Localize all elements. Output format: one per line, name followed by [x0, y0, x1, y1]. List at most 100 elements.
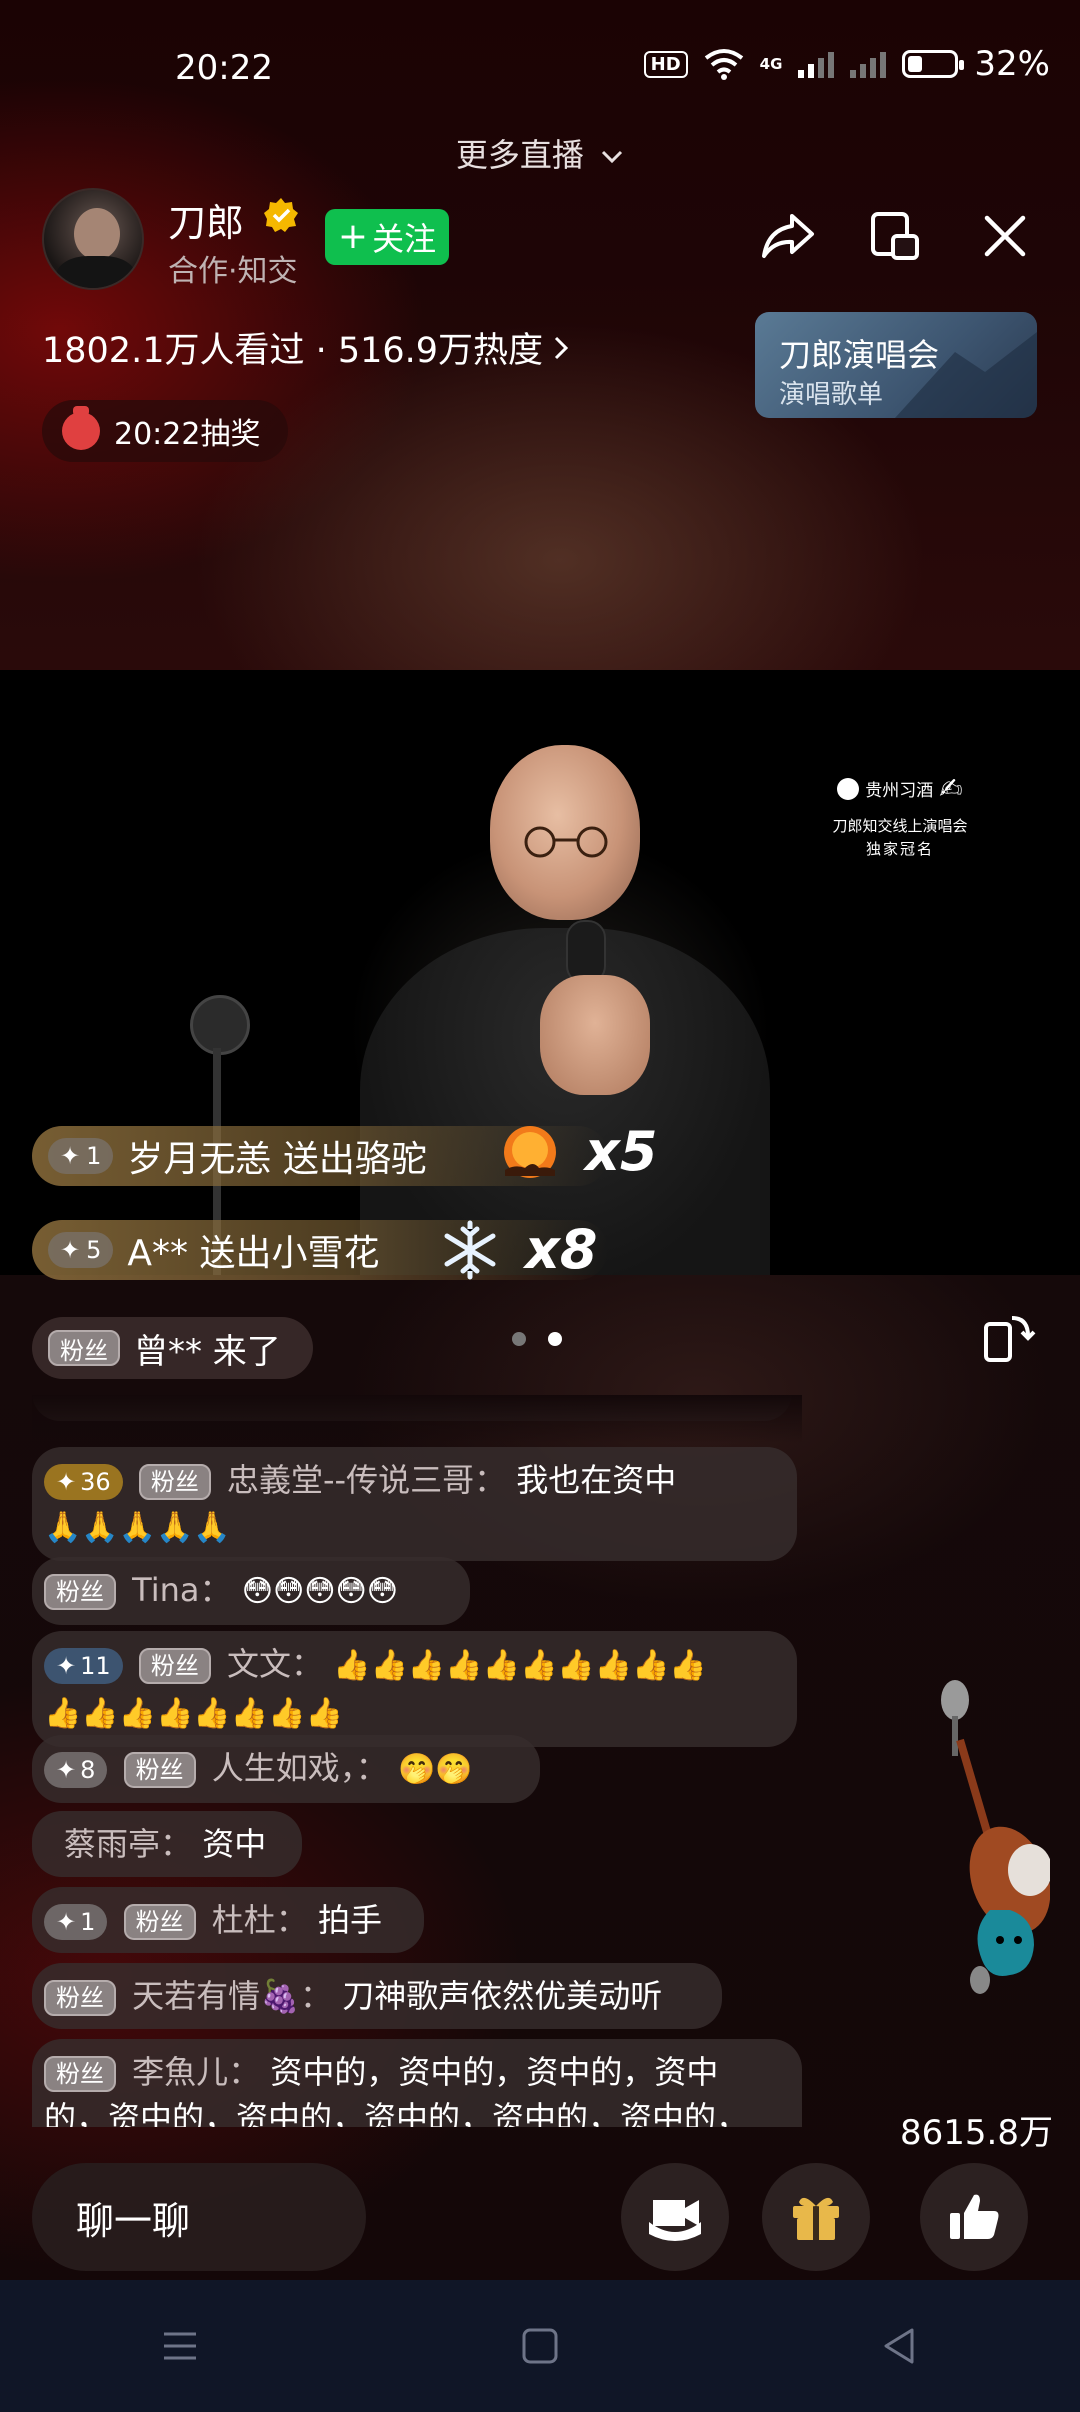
close-icon[interactable]: [975, 206, 1035, 266]
signal-2-icon: [850, 50, 887, 78]
lottery-label: 20:22抽奖: [114, 417, 261, 452]
concert-card-title: 刀郎演唱会: [779, 336, 940, 374]
chat-username[interactable]: Tina: [132, 1571, 199, 1609]
sponsor-logo: 贵州习酒 ✍ 刀郎知交线上演唱会 独家冠名: [815, 772, 985, 859]
chat-message: 粉丝 天若有情🍇： 刀神歌声依然优美动听: [32, 1963, 722, 2029]
camel-sunset-icon: [504, 1126, 556, 1178]
chat-message: 粉丝 Tina： 😳😳😳😳😳: [32, 1557, 470, 1625]
sparkle-icon: ✦: [56, 1756, 77, 1784]
sparkle-icon: ✦: [56, 1908, 77, 1936]
sparkle-icon: ✦: [60, 1142, 81, 1170]
fan-badge: 粉丝: [44, 1574, 116, 1610]
more-live-button[interactable]: 更多直播: [0, 130, 1080, 176]
chat-text: 🤭🤭: [397, 1752, 473, 1787]
chat-message: ✦ 1 粉丝 杜杜： 拍手: [32, 1887, 424, 1953]
follow-label: 关注: [372, 220, 437, 258]
stand-microphone: [190, 995, 250, 1055]
system-navigation-bar: [0, 2280, 1080, 2412]
chat-username[interactable]: 忠義堂--传说三哥: [227, 1461, 474, 1499]
chat-text: 拍手: [317, 1901, 382, 1939]
gift-count: x8: [525, 1218, 598, 1281]
page-dot-active: [548, 1332, 562, 1346]
chat-username[interactable]: 杜杜: [212, 1901, 276, 1939]
follow-button[interactable]: + 关注: [325, 209, 449, 265]
chat-message: ✦ 8 粉丝 人生如戏，： 🤭🤭: [32, 1735, 540, 1803]
fan-badge: 粉丝: [44, 2056, 116, 2092]
sponsor-line1: 刀郎知交线上演唱会: [832, 817, 968, 835]
level-badge: ✦ 1: [48, 1138, 114, 1174]
sparkle-icon: ✦: [56, 1468, 77, 1496]
mini-window-icon[interactable]: [865, 206, 925, 266]
gift-notification: ✦ 5 A** 送出小雪花: [32, 1220, 608, 1280]
performer-hands: [540, 975, 650, 1095]
chat-message: 蔡雨亭： 资中: [32, 1811, 302, 1877]
rotate-screen-icon[interactable]: [980, 1310, 1036, 1366]
battery-percent: 32%: [974, 44, 1050, 84]
status-icons: HD 4G 32%: [643, 44, 1050, 84]
gift-button[interactable]: [762, 2163, 870, 2271]
concert-card-subtitle: 演唱歌单: [779, 380, 884, 410]
chat-text: 刀神歌声依然优美动听: [342, 1977, 663, 2015]
chat-text-line2: 🙏🙏🙏🙏🙏: [44, 1510, 231, 1545]
host-avatar[interactable]: [42, 188, 144, 290]
level-badge: ✦ 5: [48, 1232, 114, 1268]
like-count: 8615.8万: [900, 2113, 1053, 2153]
sponsor-brand: 贵州习酒: [865, 781, 934, 801]
view-stats[interactable]: 1802.1万人看过 · 516.9万热度: [42, 322, 569, 373]
sparkle-icon: ✦: [56, 1652, 77, 1680]
level-badge: ✦ 1: [44, 1904, 108, 1940]
page-dot: [512, 1332, 526, 1346]
chat-input[interactable]: 聊一聊: [32, 2163, 366, 2271]
chat-message: ✦ 36 粉丝 忠義堂--传说三哥： 我也在资中 🙏🙏🙏🙏🙏: [32, 1447, 797, 1561]
battery-icon: [902, 50, 965, 78]
video-camera-icon: [649, 2200, 701, 2241]
sparkle-icon: ✦: [60, 1236, 81, 1264]
chat-username[interactable]: 人生如戏，: [212, 1749, 356, 1787]
share-icon[interactable]: [758, 206, 818, 266]
sponsor-line2: 独家冠名: [865, 840, 934, 858]
status-time: 20:22: [175, 48, 273, 88]
gift-count: x5: [585, 1120, 658, 1183]
chat-message: ✦ 11 粉丝 文文： 👍👍👍👍👍👍👍👍👍👍 👍👍👍👍👍👍👍👍: [32, 1631, 797, 1747]
home-button[interactable]: [510, 2316, 570, 2376]
gift-text: A** 送出小雪花: [127, 1233, 380, 1274]
fan-badge: 粉丝: [44, 1980, 116, 2016]
enter-text: 曾** 来了: [134, 1331, 281, 1372]
chat-list[interactable]: ✦ 36 粉丝 忠義堂--传说三哥： 我也在资中 🙏🙏🙏🙏🙏 粉丝 Tina： 😳…: [32, 1395, 802, 2127]
chat-text-line2: 👍👍👍👍👍👍👍👍: [44, 1696, 343, 1731]
thumbs-up-icon: [950, 2194, 999, 2239]
zhijiao-logo-icon: ✍: [939, 772, 963, 805]
user-enter-message: 粉丝 曾** 来了: [32, 1317, 313, 1379]
view-stats-text: 1802.1万人看过 · 516.9万热度: [42, 331, 544, 371]
chat-username[interactable]: 蔡雨亭: [64, 1825, 160, 1863]
chat-text-line2: 的，资中的，资中的，资中的，资中的，资中的，: [44, 2099, 749, 2127]
chat-username[interactable]: 天若有情🍇: [132, 1977, 300, 2015]
chat-username[interactable]: 李魚儿: [132, 2053, 228, 2091]
fan-badge: 粉丝: [123, 1752, 196, 1788]
sponsor-logo-icon: [837, 777, 860, 800]
like-button[interactable]: [920, 2163, 1028, 2271]
fan-badge: 粉丝: [138, 1464, 211, 1500]
chat-text: 资中: [202, 1825, 267, 1863]
level-badge: ✦ 11: [44, 1648, 123, 1684]
more-live-label: 更多直播: [455, 136, 584, 174]
concert-setlist-card[interactable]: 刀郎演唱会 演唱歌单: [755, 312, 1037, 418]
glasses: [524, 826, 608, 858]
plus-icon: +: [337, 216, 369, 257]
network-4g-label: 4G: [759, 54, 783, 73]
chevron-right-icon: [554, 336, 569, 359]
video-link-button[interactable]: [621, 2163, 729, 2271]
chat-input-placeholder: 聊一聊: [76, 2198, 191, 2243]
page-indicator: [512, 1332, 562, 1346]
recents-button[interactable]: [150, 2316, 210, 2376]
chat-username[interactable]: 文文: [227, 1645, 291, 1683]
level-badge: ✦ 36: [44, 1464, 123, 1500]
back-button[interactable]: [870, 2316, 930, 2376]
pipa-mascot-icon[interactable]: [930, 1680, 1050, 2010]
host-name[interactable]: 刀郎: [168, 192, 244, 247]
gift-text: 岁月无恙 送出骆驼: [127, 1139, 427, 1180]
verified-badge-icon: [264, 198, 298, 232]
chat-text: 👍👍👍👍👍👍👍👍👍👍: [333, 1648, 707, 1683]
fan-badge: 粉丝: [138, 1648, 211, 1684]
lottery-button[interactable]: 20:22抽奖: [42, 400, 289, 462]
